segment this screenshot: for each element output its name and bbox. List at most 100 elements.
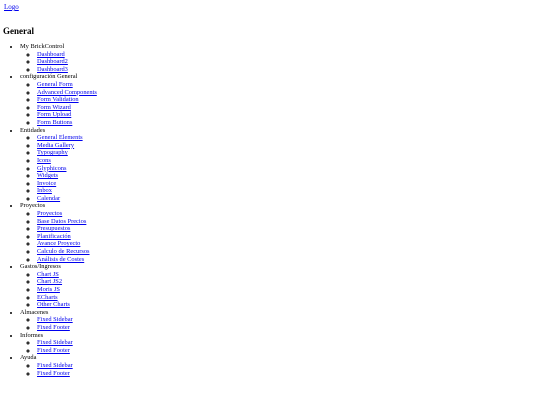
menu-group: EntidadesGeneral ElementsMedia GalleryTy… [20, 127, 97, 203]
submenu-link[interactable]: Calendar [37, 195, 60, 202]
submenu-item: Base Datos Precios [37, 218, 97, 226]
submenu-item: Form Buttons [37, 119, 97, 127]
submenu-link[interactable]: Chart JS2 [37, 278, 62, 285]
submenu-link[interactable]: Media Gallery [37, 142, 74, 149]
submenu-item: Invoice [37, 180, 97, 188]
submenu-link[interactable]: Fixed Footer [37, 347, 70, 354]
submenu-link[interactable]: Calculo de Recursos [37, 248, 90, 255]
menu-group-label: Almacenes [20, 308, 49, 316]
submenu-list: Chart JSChart JS2Moris JSEChartsOther Ch… [20, 271, 97, 309]
submenu-item: General Elements [37, 134, 97, 142]
submenu-item: ECharts [37, 294, 97, 302]
submenu-item: Calendar [37, 195, 97, 203]
submenu-list: DashboardDashboard2Dashboard3 [20, 51, 97, 74]
submenu-item: Media Gallery [37, 142, 97, 150]
submenu-link[interactable]: Dashboard2 [37, 58, 68, 65]
submenu-item: Dashboard2 [37, 58, 97, 66]
submenu-link[interactable]: Form Wizard [37, 104, 71, 111]
submenu-link[interactable]: Fixed Sidebar [37, 362, 73, 369]
menu-group: AyudaFixed SidebarFixed Footer [20, 354, 97, 377]
submenu-link[interactable]: Fixed Sidebar [37, 339, 73, 346]
submenu-item: Form Wizard [37, 104, 97, 112]
submenu-item: Other Charts [37, 301, 97, 309]
menu-group: configuración GeneralGeneral FormAdvance… [20, 73, 97, 126]
logo-link[interactable]: Logo [4, 3, 19, 11]
submenu-item: General Form [37, 81, 97, 89]
menu-group-label: Ayuda [20, 354, 37, 362]
submenu-item: Chart JS [37, 271, 97, 279]
menu-group-label: My BrickControl [20, 43, 65, 50]
submenu-item: Glyphicons [37, 165, 97, 173]
menu-group-label: Entidades [20, 126, 46, 134]
submenu-list: ProyectosBase Datos PreciosPresupuestosP… [20, 210, 97, 263]
submenu-item: Fixed Footer [37, 370, 97, 378]
menu-group: Gastos/IngresosChart JSChart JS2Moris JS… [20, 263, 97, 309]
submenu-link[interactable]: Invoice [37, 180, 56, 187]
submenu-link[interactable]: Chart JS [37, 271, 59, 278]
submenu-link[interactable]: Fixed Footer [37, 324, 70, 331]
submenu-link[interactable]: Análisis de Costes [37, 256, 84, 263]
submenu-item: Inbox [37, 187, 97, 195]
submenu-link[interactable]: Inbox [37, 187, 52, 194]
submenu-item: Dashboard3 [37, 66, 97, 74]
submenu-item: Form Validation [37, 96, 97, 104]
submenu-link[interactable]: Typography [37, 149, 68, 156]
menu-group-label: configuración General [20, 73, 78, 81]
submenu-item: Fixed Footer [37, 347, 97, 355]
submenu-item: Avance Proyecto [37, 240, 97, 248]
submenu-item: Fixed Footer [37, 324, 97, 332]
submenu-link[interactable]: Proyectos [37, 210, 62, 217]
submenu-item: Chart JS2 [37, 278, 97, 286]
menu-group-label: Informes [20, 331, 44, 339]
submenu-link[interactable]: ECharts [37, 294, 58, 301]
submenu-link[interactable]: Base Datos Precios [37, 218, 86, 225]
menu-group: ProyectosProyectosBase Datos PreciosPres… [20, 202, 97, 263]
menu-group: InformesFixed SidebarFixed Footer [20, 332, 97, 355]
submenu-item: Widgets [37, 172, 97, 180]
submenu-item: Dashboard [37, 51, 97, 59]
menu-group: AlmacenesFixed SidebarFixed Footer [20, 309, 97, 332]
submenu-link[interactable]: Other Charts [37, 301, 70, 308]
menu-list: My BrickControlDashboardDashboard2Dashbo… [0, 43, 97, 377]
submenu-item: Análisis de Costes [37, 256, 97, 264]
submenu-item: Typography [37, 149, 97, 157]
submenu-link[interactable]: General Elements [37, 134, 83, 141]
submenu-link[interactable]: Presupuestos [37, 225, 70, 232]
submenu-item: Proyectos [37, 210, 97, 218]
submenu-link[interactable]: Form Buttons [37, 119, 72, 126]
submenu-item: Form Upload [37, 111, 97, 119]
submenu-link[interactable]: General Form [37, 81, 73, 88]
submenu-item: Fixed Sidebar [37, 316, 97, 324]
submenu-item: Moris JS [37, 286, 97, 294]
submenu-list: General FormAdvanced ComponentsForm Vali… [20, 81, 97, 127]
submenu-link[interactable]: Icons [37, 157, 51, 164]
side-menu: My BrickControlDashboardDashboard2Dashbo… [0, 43, 97, 377]
submenu-link[interactable]: Avance Proyecto [37, 240, 80, 247]
submenu-list: Fixed SidebarFixed Footer [20, 339, 97, 354]
menu-group-label: Gastos/Ingresos [20, 263, 61, 271]
submenu-link[interactable]: Fixed Footer [37, 370, 70, 377]
submenu-item: Icons [37, 157, 97, 165]
submenu-list: General ElementsMedia GalleryTypographyI… [20, 134, 97, 202]
submenu-item: Fixed Sidebar [37, 362, 97, 370]
submenu-item: Planificación [37, 233, 97, 241]
submenu-item: Calculo de Recursos [37, 248, 97, 256]
submenu-link[interactable]: Widgets [37, 172, 58, 179]
submenu-link[interactable]: Moris JS [37, 286, 60, 293]
menu-group: My BrickControlDashboardDashboard2Dashbo… [20, 43, 97, 73]
submenu-link[interactable]: Advanced Components [37, 89, 97, 96]
submenu-link[interactable]: Glyphicons [37, 165, 66, 172]
submenu-link[interactable]: Planificación [37, 233, 71, 240]
submenu-link[interactable]: Dashboard [37, 51, 65, 58]
submenu-link[interactable]: Form Validation [37, 96, 79, 103]
submenu-item: Presupuestos [37, 225, 97, 233]
submenu-list: Fixed SidebarFixed Footer [20, 362, 97, 377]
submenu-item: Fixed Sidebar [37, 339, 97, 347]
submenu-list: Fixed SidebarFixed Footer [20, 316, 97, 331]
section-title: General [3, 26, 34, 36]
menu-group-label: Proyectos [20, 202, 46, 210]
submenu-link[interactable]: Form Upload [37, 111, 71, 118]
submenu-link[interactable]: Fixed Sidebar [37, 316, 73, 323]
submenu-link[interactable]: Dashboard3 [37, 66, 68, 73]
submenu-item: Advanced Components [37, 89, 97, 97]
